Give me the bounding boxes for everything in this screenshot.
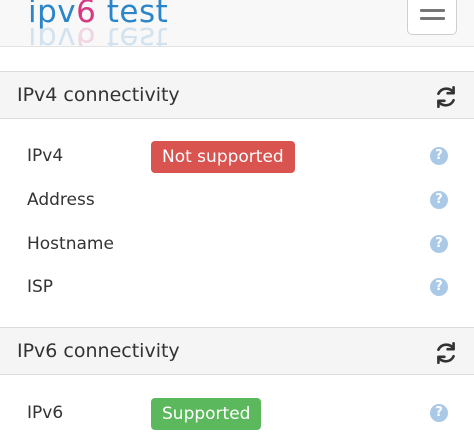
row-label-hostname: Hostname — [27, 234, 114, 254]
refresh-icon[interactable] — [433, 340, 459, 366]
ipv4-panel-title: IPv4 connectivity — [17, 84, 180, 106]
row-label-address: Address — [27, 190, 95, 210]
status-badge-ipv6: Supported — [151, 398, 262, 430]
hamburger-icon — [420, 9, 445, 12]
row-label-isp: ISP — [27, 277, 54, 297]
status-badge-ipv4: Not supported — [151, 141, 295, 173]
logo-reflection: ipv6 test — [28, 20, 169, 47]
ipv6-panel-heading: IPv6 connectivity — [0, 327, 474, 375]
help-icon[interactable]: ? — [430, 191, 448, 209]
help-icon[interactable]: ? — [430, 404, 448, 422]
hamburger-icon-bar — [420, 17, 445, 20]
menu-toggle-button[interactable] — [407, 0, 457, 35]
help-icon[interactable]: ? — [430, 278, 448, 296]
help-icon[interactable]: ? — [430, 235, 448, 253]
help-icon[interactable]: ? — [430, 147, 448, 165]
row-label-ipv6: IPv6 — [27, 403, 64, 423]
row-label-ipv4: IPv4 — [27, 146, 64, 166]
top-navbar: ipv6 test ipv6 test — [0, 0, 474, 47]
ipv6-panel-title: IPv6 connectivity — [17, 340, 180, 362]
ipv4-panel-heading: IPv4 connectivity — [0, 71, 474, 119]
refresh-icon[interactable] — [433, 84, 459, 110]
